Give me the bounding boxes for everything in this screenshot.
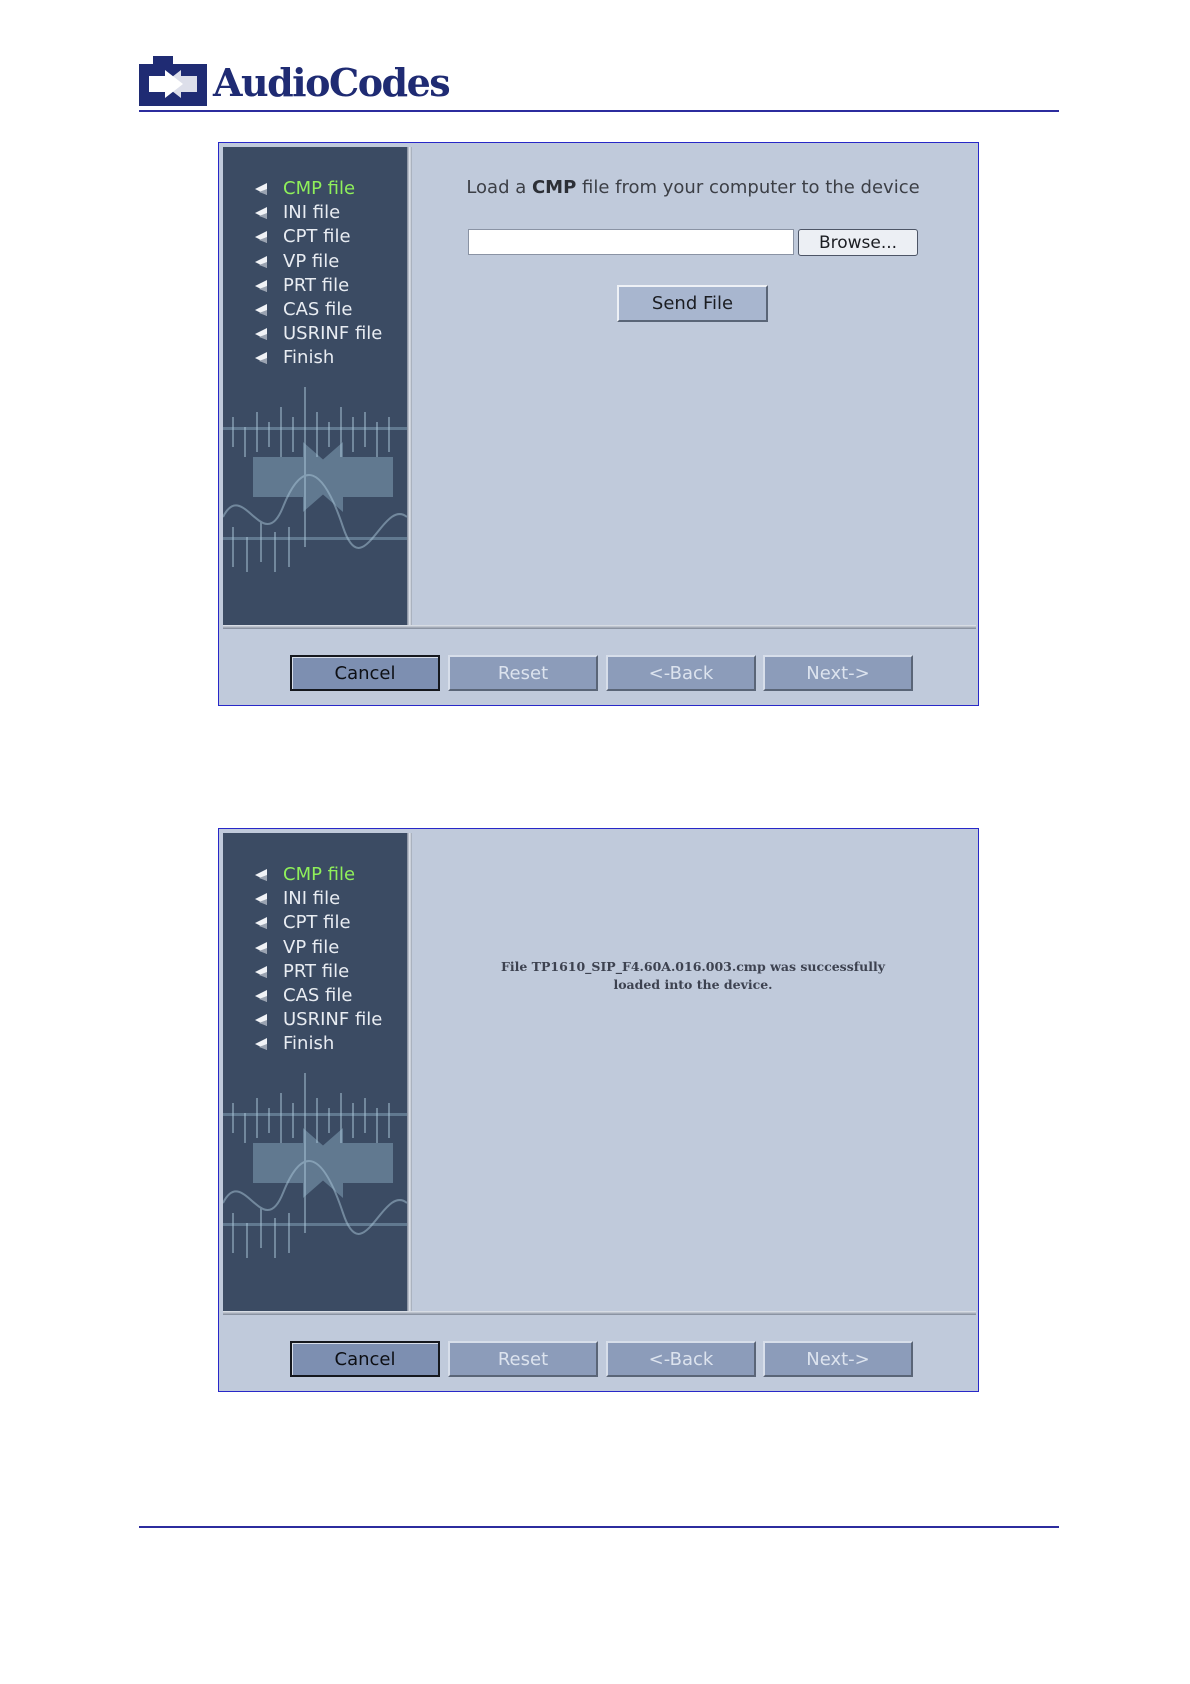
nav-label: USRINF file	[283, 1009, 383, 1031]
sidebar-watermark-graphic	[223, 1073, 407, 1258]
nav-item-ini-file[interactable]: INI file	[253, 201, 382, 225]
nav-label: PRT file	[283, 960, 350, 982]
next-button[interactable]: Next->	[763, 655, 913, 691]
load-file-prompt: Load a CMP file from your computer to th…	[412, 177, 974, 198]
send-file-button[interactable]: Send File	[617, 285, 768, 322]
upload-success-message: File TP1610_SIP_F4.60A.016.003.cmp was s…	[412, 958, 974, 994]
back-button[interactable]: <-Back	[606, 655, 756, 691]
software-upgrade-wizard-load-success: CMP file INI file CPT file VP file PRT f…	[218, 828, 979, 1392]
nav-item-prt-file[interactable]: PRT file	[253, 960, 382, 984]
nav-item-usrinf-file[interactable]: USRINF file	[253, 1008, 382, 1032]
brand-name: AudioCodes	[213, 60, 451, 105]
nav-item-vp-file[interactable]: VP file	[253, 936, 382, 960]
nav-item-ini-file[interactable]: INI file	[253, 887, 382, 911]
nav-item-vp-file[interactable]: VP file	[253, 250, 382, 274]
nav-label: VP file	[283, 936, 340, 958]
prompt-text: Load a	[466, 177, 532, 198]
wizard-sidebar: CMP file INI file CPT file VP file PRT f…	[223, 833, 407, 1311]
nav-item-cmp-file[interactable]: CMP file	[253, 863, 382, 887]
nav-label: CMP file	[283, 178, 356, 199]
success-message-line: loaded into the device.	[613, 977, 773, 992]
nav-label: CMP file	[283, 864, 356, 885]
file-type: CMP	[531, 177, 577, 198]
reset-button[interactable]: Reset	[448, 655, 598, 691]
arrow-bullet-icon	[255, 207, 267, 220]
header-rule	[139, 110, 1059, 112]
next-button[interactable]: Next->	[763, 1341, 913, 1377]
wizard-content: Load a CMP file from your computer to th…	[412, 147, 974, 625]
sidebar-watermark-graphic	[223, 387, 407, 572]
nav-label: Finish	[283, 1033, 335, 1055]
nav-label: CAS file	[283, 984, 353, 1006]
nav-label: INI file	[283, 202, 341, 224]
file-path-input[interactable]	[468, 229, 794, 255]
arrow-bullet-icon	[255, 279, 267, 292]
nav-item-cmp-file[interactable]: CMP file	[253, 177, 382, 201]
arrow-bullet-icon	[255, 1014, 267, 1027]
audiocodes-emblem-icon	[139, 56, 207, 106]
arrow-bullet-icon	[255, 917, 267, 930]
prompt-text: file from your computer to the device	[576, 177, 920, 198]
nav-label: USRINF file	[283, 323, 383, 345]
success-message-line: File TP1610_SIP_F4.60A.016.003.cmp was s…	[501, 959, 885, 974]
reset-button[interactable]: Reset	[448, 1341, 598, 1377]
cancel-button[interactable]: Cancel	[290, 655, 440, 691]
wizard-footer: Cancel Reset <-Back Next->	[223, 1315, 974, 1389]
arrow-bullet-icon	[255, 893, 267, 906]
arrow-bullet-icon	[255, 352, 267, 365]
nav-label: CAS file	[283, 298, 353, 320]
nav-item-finish[interactable]: Finish	[253, 1032, 382, 1056]
arrow-bullet-icon	[255, 965, 267, 978]
nav-item-cas-file[interactable]: CAS file	[253, 984, 382, 1008]
arrow-bullet-icon	[255, 303, 267, 316]
arrow-bullet-icon	[255, 255, 267, 268]
cancel-button[interactable]: Cancel	[290, 1341, 440, 1377]
wizard-steps: CMP file INI file CPT file VP file PRT f…	[253, 863, 382, 1057]
nav-item-cas-file[interactable]: CAS file	[253, 298, 382, 322]
wizard-content: File TP1610_SIP_F4.60A.016.003.cmp was s…	[412, 833, 974, 1311]
arrow-bullet-icon	[255, 231, 267, 244]
wizard-sidebar: CMP file INI file CPT file VP file PRT f…	[223, 147, 407, 625]
arrow-bullet-icon	[255, 941, 267, 954]
nav-item-usrinf-file[interactable]: USRINF file	[253, 322, 382, 346]
nav-label: Finish	[283, 347, 335, 369]
nav-item-cpt-file[interactable]: CPT file	[253, 911, 382, 935]
arrow-bullet-icon	[255, 328, 267, 341]
nav-item-cpt-file[interactable]: CPT file	[253, 225, 382, 249]
nav-item-finish[interactable]: Finish	[253, 346, 382, 370]
arrow-bullet-icon	[255, 869, 267, 881]
arrow-bullet-icon	[255, 989, 267, 1002]
wizard-footer: Cancel Reset <-Back Next->	[223, 629, 974, 703]
nav-label: VP file	[283, 250, 340, 272]
back-button[interactable]: <-Back	[606, 1341, 756, 1377]
browse-button[interactable]: Browse...	[798, 229, 918, 256]
nav-label: CPT file	[283, 226, 351, 248]
arrow-bullet-icon	[255, 183, 267, 195]
arrow-bullet-icon	[255, 1038, 267, 1051]
footer-rule	[139, 1526, 1059, 1528]
software-upgrade-wizard-load-file: CMP file INI file CPT file VP file PRT f…	[218, 142, 979, 706]
nav-item-prt-file[interactable]: PRT file	[253, 274, 382, 298]
wizard-steps: CMP file INI file CPT file VP file PRT f…	[253, 177, 382, 371]
nav-label: INI file	[283, 888, 341, 910]
nav-label: CPT file	[283, 912, 351, 934]
nav-label: PRT file	[283, 274, 350, 296]
